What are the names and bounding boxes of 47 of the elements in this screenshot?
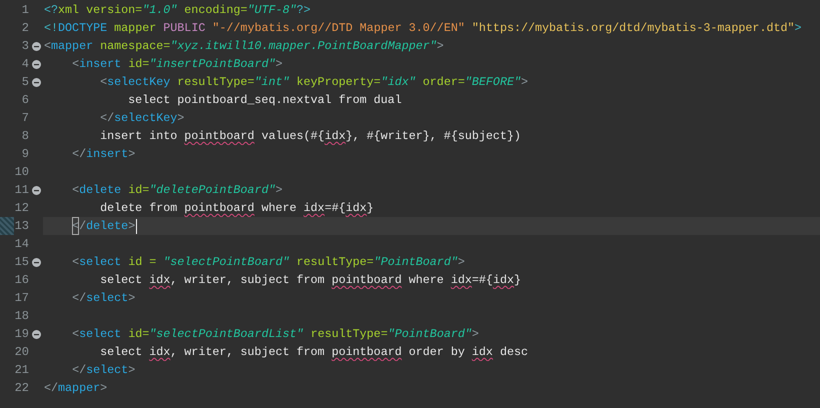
line-number: 15 <box>14 254 29 271</box>
text-cursor <box>136 218 138 234</box>
line-number: 4 <box>20 56 29 73</box>
code-line: </select> <box>71 362 136 379</box>
line-number: 17 <box>14 290 29 307</box>
line-number: 5 <box>20 74 29 91</box>
code-line: <!DOCTYPE mapper PUBLIC "-//mybatis.org//DTD Mapper 3.0//EN" "https://mybatis.org/dtd/mybatis-3-mapper.dtd"> <box>44 20 802 37</box>
code-line: <select id = "selectPointBoard" resultType="PointBoard"> <box>71 254 465 271</box>
collapse-icon[interactable] <box>32 60 40 68</box>
line-number: 19 <box>14 326 29 343</box>
line-number: 3 <box>20 38 29 55</box>
line-number: 2 <box>20 20 29 37</box>
code-line: insert into pointboard values(#{idx}, #{writer}, #{subject}) <box>99 128 521 145</box>
line-number: 13 <box>14 218 29 235</box>
line-number: 7 <box>20 110 29 127</box>
line-number: 9 <box>20 146 29 163</box>
code-line: <?xml version="1.0" encoding="UTF-8"?> <box>44 2 311 19</box>
line-number: 20 <box>14 344 29 361</box>
code-line: <mapper namespace="xyz.itwill10.mapper.PointBoardMapper"> <box>44 38 444 55</box>
code-line: </mapper> <box>44 380 108 397</box>
collapse-icon[interactable] <box>32 186 40 194</box>
code-line: select idx, writer, subject from pointboard where idx=#{idx} <box>99 272 521 289</box>
line-number: 22 <box>14 380 29 397</box>
code-line: <delete id="deletePointBoard"> <box>71 182 282 199</box>
line-number: 10 <box>14 164 29 181</box>
line-number: 11 <box>14 182 29 199</box>
line-number: 6 <box>20 92 29 109</box>
code-line: <insert id="insertPointBoard"> <box>71 56 282 73</box>
line-number: 18 <box>14 308 29 325</box>
code-line: select pointboard_seq.nextval from dual <box>127 92 402 109</box>
line-number: 1 <box>20 2 29 19</box>
line-number: 14 <box>14 236 29 253</box>
code-line: </insert> <box>71 146 136 163</box>
code-line: select idx, writer, subject from pointboard order by idx desc <box>99 344 528 361</box>
line-number: 8 <box>20 128 29 145</box>
collapse-icon[interactable] <box>32 78 40 86</box>
line-number: 16 <box>14 272 29 289</box>
code-line: delete from pointboard where idx=#{idx} <box>99 200 374 217</box>
code-line: </select> <box>71 290 136 307</box>
line-number: 21 <box>14 362 29 379</box>
collapse-icon[interactable] <box>32 258 40 266</box>
collapse-icon[interactable] <box>32 42 40 50</box>
collapse-icon[interactable] <box>32 330 40 338</box>
line-number: 12 <box>14 200 29 217</box>
code-line: </selectKey> <box>99 110 184 127</box>
code-line: <select id="selectPointBoardList" resultType="PointBoard"> <box>71 326 479 343</box>
code-line: <selectKey resultType="int" keyProperty="idx" order="BEFORE"> <box>99 74 528 91</box>
